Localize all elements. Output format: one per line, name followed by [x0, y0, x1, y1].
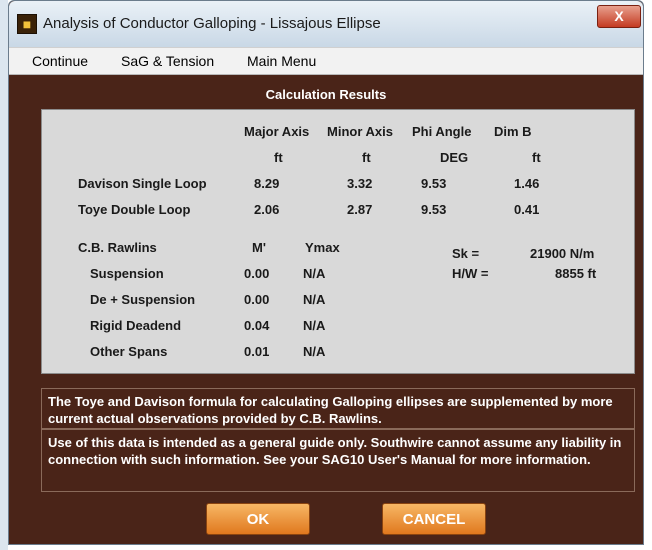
rawlins-label: C.B. Rawlins — [78, 240, 157, 255]
unit-phi-angle: DEG — [440, 150, 469, 165]
unit-minor-axis: ft — [362, 150, 371, 165]
sk-value: 21900 N/m — [530, 246, 595, 261]
rawlins-row-ymax: N/A — [303, 292, 326, 307]
toye-dim-b: 0.41 — [514, 202, 540, 217]
rawlins-col-ymax: Ymax — [305, 240, 340, 255]
app-icon: ■ — [17, 14, 37, 34]
cancel-button[interactable]: CANCEL — [382, 503, 486, 535]
davison-minor-axis: 3.32 — [347, 176, 373, 191]
unit-dim-b: ft — [532, 150, 541, 165]
rawlins-row-m: 0.00 — [244, 292, 270, 307]
menu-main-menu[interactable]: Main Menu — [247, 53, 316, 69]
toye-phi-angle: 9.53 — [421, 202, 447, 217]
window-title: Analysis of Conductor Galloping - Lissaj… — [43, 15, 381, 32]
col-major-axis: Major Axis — [244, 124, 310, 139]
title-bar: ■ Analysis of Conductor Galloping - Liss… — [9, 1, 643, 47]
close-button[interactable]: X — [597, 5, 641, 28]
row-label-toye: Toye Double Loop — [78, 202, 191, 217]
menu-bar: Continue SaG & Tension Main Menu — [9, 47, 643, 75]
dialog-window: ■ Analysis of Conductor Galloping - Liss… — [8, 0, 644, 545]
col-minor-axis: Minor Axis — [327, 124, 393, 139]
row-label-davison: Davison Single Loop — [78, 176, 207, 191]
formula-note: The Toye and Davison formula for calcula… — [41, 388, 635, 429]
results-panel: Major Axis Minor Axis Phi Angle Dim B ft… — [41, 109, 635, 374]
davison-dim-b: 1.46 — [514, 176, 540, 191]
rawlins-row-ymax: N/A — [303, 266, 326, 281]
rawlins-row-m: 0.00 — [244, 266, 270, 281]
rawlins-row-label: De + Suspension — [90, 292, 196, 307]
menu-sag-tension[interactable]: SaG & Tension — [121, 53, 214, 69]
hw-label: H/W = — [452, 266, 489, 281]
col-phi-angle: Phi Angle — [412, 124, 472, 139]
hw-value: 8855 ft — [555, 266, 597, 281]
rawlins-col-m: M' — [252, 240, 266, 255]
davison-major-axis: 8.29 — [254, 176, 280, 191]
rawlins-row-ymax: N/A — [303, 344, 326, 359]
rawlins-row-ymax: N/A — [303, 318, 326, 333]
rawlins-row-m: 0.01 — [244, 344, 270, 359]
unit-major-axis: ft — [274, 150, 283, 165]
menu-continue[interactable]: Continue — [32, 53, 88, 69]
toye-major-axis: 2.06 — [254, 202, 280, 217]
disclaimer-note: Use of this data is intended as a genera… — [41, 429, 635, 492]
rawlins-row-m: 0.04 — [244, 318, 270, 333]
rawlins-row-label: Suspension — [90, 266, 164, 281]
rawlins-row-label: Other Spans — [90, 344, 168, 359]
toye-minor-axis: 2.87 — [347, 202, 373, 217]
ok-button[interactable]: OK — [206, 503, 310, 535]
col-dim-b: Dim B — [494, 124, 532, 139]
sk-label: Sk = — [452, 246, 480, 261]
rawlins-row-label: Rigid Deadend — [90, 318, 182, 333]
results-header: Calculation Results — [265, 87, 387, 102]
desktop-edge — [0, 0, 8, 550]
davison-phi-angle: 9.53 — [421, 176, 447, 191]
